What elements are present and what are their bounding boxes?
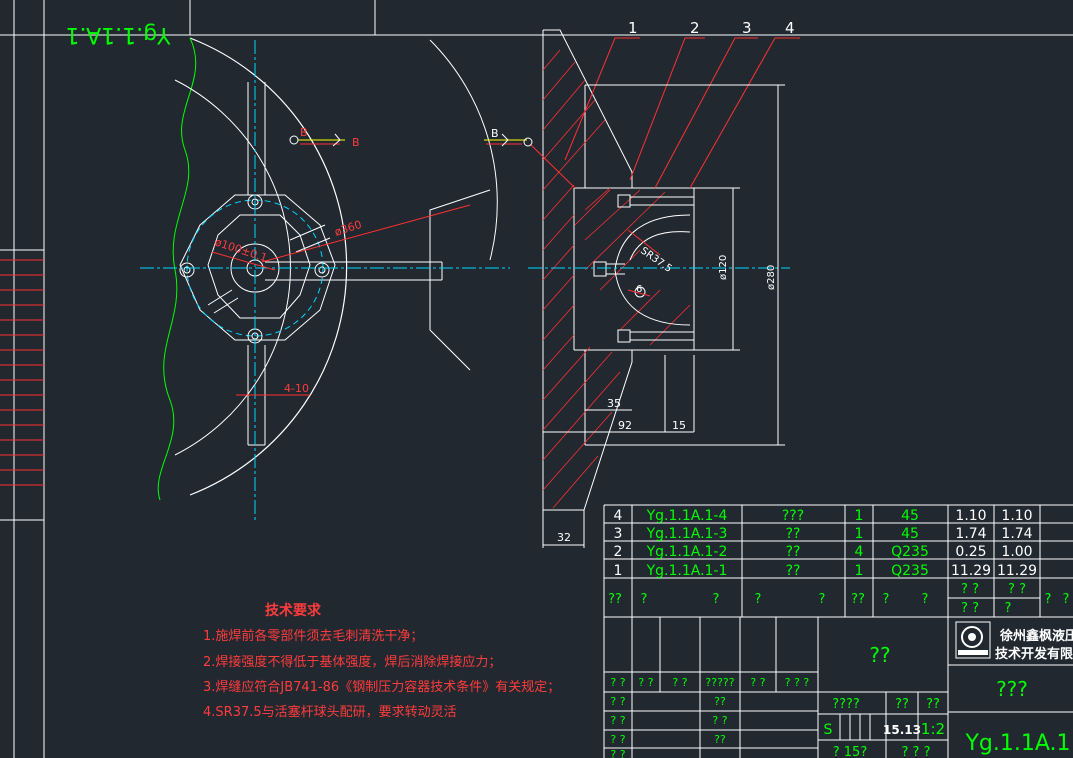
sign-cell: ? ? — [712, 714, 727, 727]
balloon-3: 3 — [742, 19, 752, 37]
sign-cell: ? ? — [610, 714, 625, 727]
sign-cell: ?? — [714, 733, 726, 746]
balloon-2: 2 — [690, 19, 700, 37]
sheet-info: ? 15? — [833, 745, 867, 758]
front-section-mark-2: B — [352, 136, 360, 149]
bom-header-cell: ? — [922, 592, 929, 607]
bom-material: Q235 — [891, 563, 929, 579]
sign-cell: ? ? — [610, 733, 625, 746]
sign-cell: ? ? — [610, 695, 625, 708]
dim-35: 35 — [607, 397, 621, 410]
bom-name: ??? — [782, 508, 804, 524]
bom-total-weight: 1.74 — [1001, 526, 1032, 542]
bom-name: ?? — [786, 526, 801, 542]
bom-header-cell: ?? — [608, 592, 622, 607]
bom-total-weight: 11.29 — [997, 563, 1037, 579]
dim-slot: 4-10 — [284, 382, 309, 395]
bom-material: 45 — [901, 508, 919, 524]
rev-cell: ????? — [705, 676, 734, 689]
bom-unit-weight: 1.74 — [955, 526, 986, 542]
bom-name: ?? — [786, 544, 801, 560]
bom-name: ?? — [786, 563, 801, 579]
drawing-name: ?? — [869, 643, 890, 667]
company-line2: 技术开发有限公司 — [995, 646, 1073, 662]
bom-code: Yg.1.1A.1-1 — [646, 563, 728, 579]
bom-header-cell: ? — [1005, 601, 1012, 616]
rev-cell: ? ? — [610, 676, 625, 689]
dim-280: ø280 — [766, 265, 777, 290]
bom-no: 4 — [614, 508, 623, 524]
bom-header-cell: ? — [1045, 592, 1052, 607]
bom-total-weight: 1.00 — [1001, 544, 1032, 560]
bom-qty: 4 — [855, 544, 864, 560]
weight-header: ?? — [895, 697, 909, 712]
sign-cell: ? ? — [610, 748, 625, 758]
scale-header: ?? — [926, 697, 940, 712]
bom-header-cell: ? ? — [961, 601, 979, 616]
weight-value: 15.13 — [883, 723, 921, 737]
s-label: S — [824, 722, 833, 738]
dim-15: 15 — [672, 419, 686, 432]
bom-unit-weight: 11.29 — [951, 563, 991, 579]
bom-qty: 1 — [855, 508, 864, 524]
balloon-1: 1 — [628, 19, 638, 37]
company-line1: 徐州鑫枫液压 — [999, 628, 1073, 644]
dim-92: 92 — [618, 419, 632, 432]
rotated-title: Yg.1.1A.1 — [65, 22, 171, 47]
bom-header-cell: ? — [755, 592, 762, 607]
stage-label: ???? — [832, 697, 860, 712]
bom-header-cell: ? — [883, 592, 890, 607]
bom-no: 1 — [614, 563, 623, 579]
scale-value: 1:2 — [921, 720, 945, 738]
rev-cell: ? ? — [638, 676, 653, 689]
balloon-4: 4 — [785, 19, 795, 37]
bom-unit-weight: 1.10 — [955, 508, 986, 524]
note-item-3: 3.焊缝应符合JB741-86《钢制压力容器技术条件》有关规定； — [203, 679, 560, 695]
bom-header-cell: ? ? — [961, 582, 979, 597]
bom-total-weight: 1.10 — [1001, 508, 1032, 524]
bom-code: Yg.1.1A.1-2 — [646, 544, 728, 560]
bom-qty: 1 — [855, 526, 864, 542]
front-section-mark: B — [300, 126, 308, 139]
drawing-code: Yg.1.1A.1 — [964, 731, 1070, 756]
dim-120: ø120 — [718, 255, 729, 280]
dim-32: 32 — [557, 531, 571, 544]
bom-unit-weight: 0.25 — [955, 544, 986, 560]
section-mark: B — [491, 127, 499, 140]
bom-header-cell: ? ? — [1008, 582, 1026, 597]
bom-header-cell: ?? — [851, 592, 865, 607]
bom-no: 3 — [614, 526, 623, 542]
note-item-4: 4.SR37.5与活塞杆球头配研，要求转动灵活 — [203, 704, 457, 720]
cad-drawing: Yg.1.1A.1 B B ø360 ø100±0.1 4-10 B 1 2 3… — [0, 0, 1073, 758]
bom-header-cell: ? — [1063, 592, 1070, 607]
notes-title: 技术要求 — [265, 602, 322, 619]
bom-header-cell: ? — [641, 592, 648, 607]
material-mark: ??? — [996, 677, 1028, 701]
rev-cell: ? ? ? — [785, 676, 810, 689]
dim-small: 6 — [636, 284, 642, 295]
bom-material: 45 — [901, 526, 919, 542]
bom-header-cell: ? — [713, 592, 720, 607]
sign-cell: ?? — [714, 695, 726, 708]
bom-no: 2 — [614, 544, 623, 560]
bom-qty: 1 — [855, 563, 864, 579]
rev-cell: ? ? — [750, 676, 765, 689]
bom-material: Q235 — [891, 544, 929, 560]
rev-cell: ? ? — [672, 676, 687, 689]
note-item-2: 2.焊接强度不得低于基体强度，焊后消除焊接应力； — [203, 654, 501, 670]
bom-code: Yg.1.1A.1-4 — [646, 508, 728, 524]
sheet-info-2: ? ? ? — [902, 745, 931, 758]
bom-header-cell: ? — [819, 592, 826, 607]
bom-code: Yg.1.1A.1-3 — [646, 526, 728, 542]
note-item-1: 1.施焊前各零部件须去毛刺清洗干净； — [203, 628, 423, 644]
